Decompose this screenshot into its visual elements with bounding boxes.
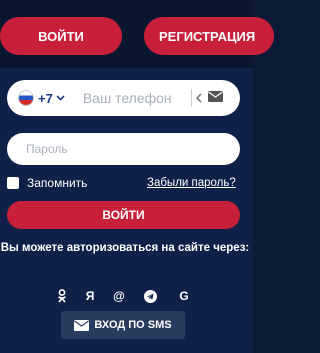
phone-field[interactable]: +7: [7, 80, 240, 116]
envelope-icon: [74, 319, 90, 331]
russia-flag-icon[interactable]: [18, 90, 34, 106]
field-divider: [190, 89, 192, 107]
social-login-title: Вы можете авторизоваться на сайте через:: [0, 242, 250, 254]
telegram-icon[interactable]: [142, 288, 158, 304]
chevron-left-icon[interactable]: [195, 91, 202, 106]
sms-login-button[interactable]: ВХОД ПО SMS: [61, 311, 185, 339]
yandex-icon[interactable]: Я: [82, 288, 98, 304]
remember-checkbox[interactable]: [7, 177, 19, 189]
country-code[interactable]: +7: [38, 91, 53, 106]
envelope-icon[interactable]: [207, 89, 223, 107]
forgot-password-link[interactable]: Забыли пароль?: [147, 177, 236, 189]
submit-login-button[interactable]: ВОЙТИ: [7, 201, 240, 229]
sms-login-label: ВХОД ПО SMS: [94, 319, 172, 331]
password-input[interactable]: [26, 142, 226, 156]
top-bar: ВОЙТИ РЕГИСТРАЦИЯ: [0, 0, 274, 68]
chevron-down-icon[interactable]: [56, 93, 65, 104]
login-button[interactable]: ВОЙТИ: [0, 17, 122, 55]
register-button[interactable]: РЕГИСТРАЦИЯ: [144, 17, 274, 55]
mail-ru-icon[interactable]: @: [111, 288, 127, 304]
password-field[interactable]: [7, 133, 240, 165]
google-icon[interactable]: G: [176, 288, 192, 304]
remember-label: Запомнить: [27, 176, 88, 190]
remember-me[interactable]: Запомнить: [7, 176, 87, 190]
social-providers: Я @ G: [54, 288, 194, 304]
ok-icon[interactable]: [54, 288, 70, 304]
phone-input[interactable]: [82, 90, 183, 106]
